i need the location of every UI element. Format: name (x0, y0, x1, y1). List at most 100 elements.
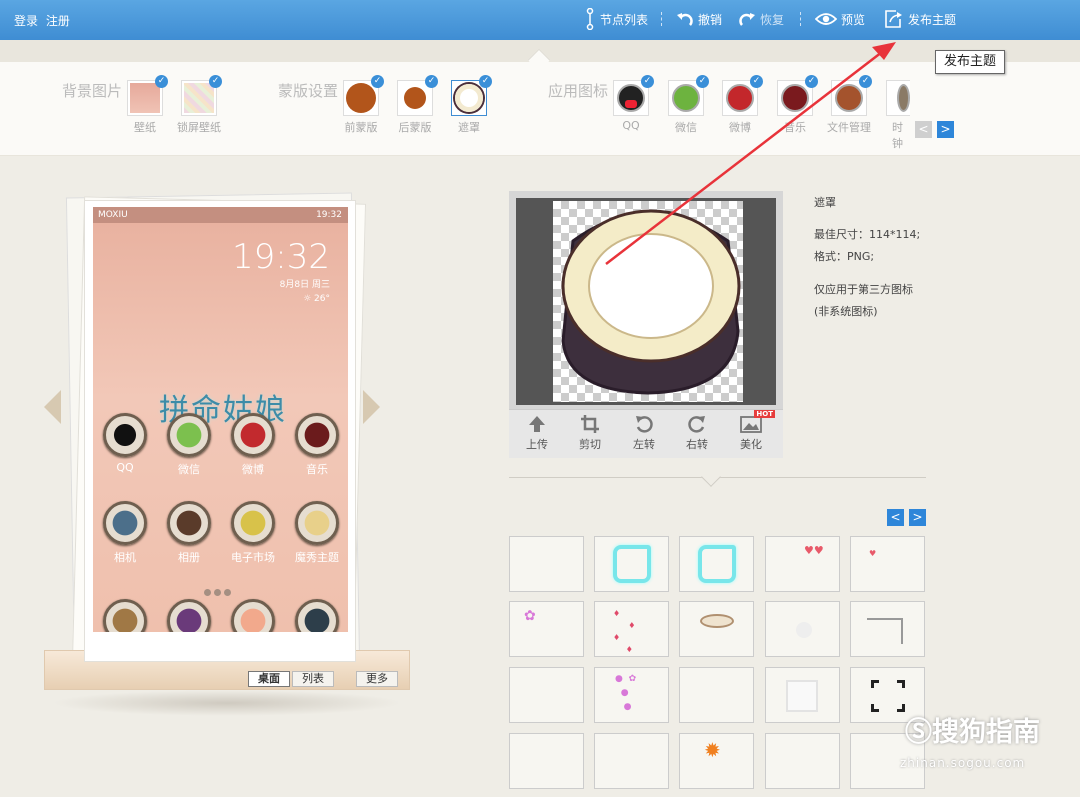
chevron-left-icon: < (918, 122, 929, 136)
tab-list[interactable]: 列表 (292, 671, 334, 687)
transparent-canvas (553, 201, 743, 402)
clock-widget: 19:32 (232, 237, 330, 277)
check-icon: ✓ (641, 75, 654, 88)
file-manager-icon-thumb[interactable]: ✓ (831, 75, 872, 116)
beautify-button[interactable]: 美化 HOT (727, 410, 775, 452)
wechat-icon-thumb[interactable]: ✓ (668, 75, 709, 116)
dock-app-icon[interactable] (103, 599, 147, 632)
masks-next-button[interactable]: > (909, 509, 926, 526)
mask-option[interactable] (679, 536, 754, 592)
rotate-left-label: 左转 (633, 438, 655, 451)
tab-more[interactable]: 更多 (356, 671, 398, 687)
check-icon: ✓ (479, 75, 492, 88)
gallery-app-icon[interactable] (167, 501, 211, 545)
rotate-right-button[interactable]: 右转 (673, 414, 721, 452)
music-icon-thumb[interactable]: ✓ (777, 75, 818, 116)
mask-option[interactable] (679, 667, 754, 723)
back-mask-thumb[interactable]: ✓ (397, 75, 438, 116)
phone-screen: MOXIU 19:32 19:32 8月8日 周三 ☼ 26° 拼命姑娘 QQ … (93, 207, 348, 632)
check-icon: ✓ (425, 75, 438, 88)
mask-info-format: 格式：PNG; (814, 250, 875, 263)
check-icon: ✓ (371, 75, 384, 88)
masks-prev-button[interactable]: < (887, 509, 904, 526)
tab-desktop[interactable]: 桌面 (248, 671, 290, 687)
node-list-button[interactable]: 节点列表 (584, 8, 648, 30)
phone-preview: MOXIU 19:32 19:32 8月8日 周三 ☼ 26° 拼命姑娘 QQ … (84, 200, 356, 662)
weibo-app-icon[interactable] (231, 413, 275, 457)
mask-option[interactable] (594, 733, 669, 789)
mask-option[interactable] (765, 667, 840, 723)
status-bar: MOXIU 19:32 (93, 207, 348, 223)
carrier-label: MOXIU (98, 210, 128, 220)
mask-group-label: 蒙版设置 (278, 82, 339, 100)
clock-icon-label: 时钟 (892, 121, 903, 150)
mask-option[interactable]: ♦ ♦ ♦ ♦ (594, 601, 669, 657)
qq-app-icon[interactable] (103, 413, 147, 457)
phone-next-arrow[interactable] (363, 390, 380, 424)
status-time: 19:32 (316, 210, 342, 220)
check-icon: ✓ (750, 75, 763, 88)
mask-option[interactable]: ✹ (679, 733, 754, 789)
crop-button[interactable]: 剪切 (566, 414, 614, 452)
check-icon: ✓ (696, 75, 709, 88)
overlay-mask-thumb[interactable]: ✓ (451, 75, 492, 116)
dock-app-icon[interactable] (231, 599, 275, 632)
mask-option[interactable]: ♥♥ (765, 536, 840, 592)
mask-option[interactable] (679, 601, 754, 657)
watermark-url: zhinan.sogou.com (900, 756, 1026, 770)
dock-app-icon[interactable] (167, 599, 211, 632)
moxiu-theme-app-icon[interactable] (295, 501, 339, 545)
watermark-text: 搜狗指南 (932, 717, 1040, 748)
wechat-app-icon[interactable] (167, 413, 211, 457)
camera-app-icon[interactable] (103, 501, 147, 545)
weibo-icon-thumb[interactable]: ✓ (722, 75, 763, 116)
mask-option[interactable] (509, 536, 584, 592)
lockscreen-wallpaper-thumb[interactable]: ✓ (181, 75, 222, 116)
undo-button[interactable]: 撤销 (676, 8, 722, 30)
settings-panel: 背景图片 ✓ 壁纸 ✓ 锁屏壁纸 蒙版设置 ✓ 前蒙版 ✓ 后蒙版 ✓ 遮罩 应… (0, 62, 1080, 156)
icons-next-button[interactable]: > (937, 121, 954, 138)
mask-option[interactable]: ♥ (850, 536, 925, 592)
upload-icon (529, 416, 545, 432)
check-icon: ✓ (155, 75, 168, 88)
app-market-icon[interactable] (231, 501, 275, 545)
rotate-left-button[interactable]: 左转 (620, 414, 668, 452)
mask-option[interactable] (594, 536, 669, 592)
check-icon: ✓ (859, 75, 872, 88)
redo-button[interactable]: 恢复 (738, 8, 784, 30)
weibo-icon-label: 微博 (729, 121, 751, 134)
music-app-icon[interactable] (295, 413, 339, 457)
mask-option[interactable]: ● ✿ ● ● (594, 667, 669, 723)
mask-option[interactable] (509, 667, 584, 723)
app-label: 微博 (242, 463, 264, 476)
rotate-right-label: 右转 (686, 438, 708, 451)
weather-label: ☼ 26° (303, 294, 330, 304)
login-link[interactable]: 登录 (14, 14, 38, 28)
back-mask-label: 后蒙版 (398, 121, 432, 134)
check-icon: ✓ (805, 75, 818, 88)
chevron-right-icon: > (940, 122, 951, 136)
mask-option[interactable]: ✿ (509, 601, 584, 657)
mask-editor: 上传 剪切 左转 右转 美化 HOT (509, 191, 783, 458)
front-mask-thumb[interactable]: ✓ (343, 75, 384, 116)
app-label: 电子市场 (231, 551, 275, 564)
publish-button[interactable]: 发布主题 (884, 8, 956, 30)
mask-option[interactable] (765, 733, 840, 789)
preview-button[interactable]: 预览 (815, 8, 865, 30)
toolbar-separator (800, 12, 801, 26)
mask-option[interactable] (509, 733, 584, 789)
upload-button[interactable]: 上传 (513, 414, 561, 452)
lockscreen-wallpaper-label: 锁屏壁纸 (177, 121, 221, 134)
mask-option[interactable] (850, 601, 925, 657)
editor-tools: 上传 剪切 左转 右转 美化 HOT (509, 409, 783, 458)
qq-icon-thumb[interactable]: ✓ (613, 75, 654, 116)
clock-icon-thumb[interactable] (886, 80, 910, 116)
background-group-label: 背景图片 (62, 82, 123, 100)
icons-prev-button[interactable]: < (915, 121, 932, 138)
dock-app-icon[interactable] (295, 599, 339, 632)
top-toolbar: 登录 注册 节点列表 撤销 恢复 预览 发布主题 (0, 0, 1080, 40)
register-link[interactable]: 注册 (46, 14, 70, 28)
phone-prev-arrow[interactable] (44, 390, 61, 424)
mask-option[interactable] (765, 601, 840, 657)
wallpaper-thumb[interactable]: ✓ (127, 75, 168, 116)
